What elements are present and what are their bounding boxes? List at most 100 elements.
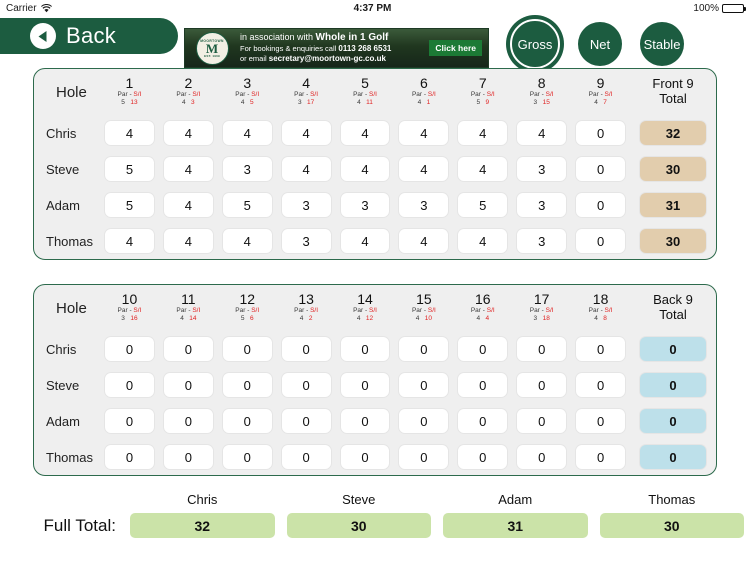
score-input-thomas-hole-15[interactable]: 0 bbox=[399, 445, 449, 469]
tab-gross[interactable]: Gross bbox=[510, 19, 560, 69]
score-input-thomas-hole-6[interactable]: 4 bbox=[399, 229, 449, 253]
score-input-thomas-hole-11[interactable]: 0 bbox=[163, 445, 213, 469]
score-input-steve-hole-12[interactable]: 0 bbox=[222, 373, 272, 397]
score-input-thomas-hole-17[interactable]: 0 bbox=[517, 445, 567, 469]
score-input-adam-hole-6[interactable]: 3 bbox=[399, 193, 449, 217]
score-input-chris-hole-3[interactable]: 4 bbox=[222, 121, 272, 145]
score-input-steve-hole-18[interactable]: 0 bbox=[576, 373, 626, 397]
back-button-label: Back bbox=[66, 23, 117, 48]
total-header-line1: Back 9 bbox=[653, 292, 693, 308]
score-input-steve-hole-7[interactable]: 4 bbox=[458, 157, 508, 181]
score-input-steve-hole-14[interactable]: 0 bbox=[340, 373, 390, 397]
score-input-thomas-hole-9[interactable]: 0 bbox=[576, 229, 626, 253]
front-nine-total-column-header: Front 9 Total bbox=[630, 76, 716, 107]
sponsor-banner[interactable]: MOORTOWN M EST. 1909 in association with… bbox=[184, 28, 489, 68]
score-input-steve-hole-3[interactable]: 3 bbox=[222, 157, 272, 181]
score-input-adam-hole-18[interactable]: 0 bbox=[576, 409, 626, 433]
score-input-adam-hole-12[interactable]: 0 bbox=[222, 409, 272, 433]
score-input-adam-hole-7[interactable]: 5 bbox=[458, 193, 508, 217]
score-input-thomas-hole-13[interactable]: 0 bbox=[281, 445, 331, 469]
score-input-thomas-hole-4[interactable]: 3 bbox=[281, 229, 331, 253]
score-input-thomas-hole-7[interactable]: 4 bbox=[458, 229, 508, 253]
score-input-steve-hole-2[interactable]: 4 bbox=[163, 157, 213, 181]
score-input-chris-hole-10[interactable]: 0 bbox=[105, 337, 154, 361]
score-input-thomas-hole-1[interactable]: 4 bbox=[105, 229, 154, 253]
back-button[interactable]: Back bbox=[0, 18, 178, 54]
tab-net[interactable]: Net bbox=[578, 22, 622, 66]
score-input-chris-hole-5[interactable]: 4 bbox=[340, 121, 390, 145]
par-si-values: 4 4 bbox=[476, 315, 490, 323]
score-input-thomas-hole-12[interactable]: 0 bbox=[222, 445, 272, 469]
score-input-chris-hole-14[interactable]: 0 bbox=[340, 337, 390, 361]
total-cell-wrap: 30 bbox=[630, 229, 716, 253]
score-input-steve-hole-13[interactable]: 0 bbox=[281, 373, 331, 397]
score-input-steve-hole-9[interactable]: 0 bbox=[576, 157, 626, 181]
full-total-label: Full Total: bbox=[43, 515, 116, 535]
score-input-steve-hole-5[interactable]: 4 bbox=[340, 157, 390, 181]
score-input-chris-hole-6[interactable]: 4 bbox=[399, 121, 449, 145]
score-input-steve-hole-16[interactable]: 0 bbox=[458, 373, 508, 397]
score-input-steve-hole-4[interactable]: 4 bbox=[281, 157, 331, 181]
par-si-keys: Par - S/I bbox=[529, 90, 554, 98]
banner-line-2: For bookings & enquiries call 0113 268 6… bbox=[240, 44, 429, 54]
score-input-chris-hole-2[interactable]: 4 bbox=[163, 121, 213, 145]
score-input-adam-hole-15[interactable]: 0 bbox=[399, 409, 449, 433]
score-input-thomas-hole-3[interactable]: 4 bbox=[222, 229, 272, 253]
score-cell-wrap: 3 bbox=[512, 229, 571, 253]
score-input-adam-hole-4[interactable]: 3 bbox=[281, 193, 331, 217]
score-input-chris-hole-1[interactable]: 4 bbox=[105, 121, 154, 145]
score-input-adam-hole-2[interactable]: 4 bbox=[163, 193, 213, 217]
score-input-steve-hole-8[interactable]: 3 bbox=[517, 157, 567, 181]
score-input-adam-hole-5[interactable]: 3 bbox=[340, 193, 390, 217]
par-si-values: 4 8 bbox=[594, 315, 607, 323]
score-input-thomas-hole-14[interactable]: 0 bbox=[340, 445, 390, 469]
banner-line-3: or email secretary@moortown-gc.co.uk bbox=[240, 54, 429, 64]
score-input-chris-hole-13[interactable]: 0 bbox=[281, 337, 331, 361]
score-input-steve-hole-10[interactable]: 0 bbox=[105, 373, 154, 397]
hole-header-3: 3 Par - S/I 4 5 bbox=[218, 76, 277, 108]
tab-stable[interactable]: Stable bbox=[640, 22, 684, 66]
score-input-adam-hole-11[interactable]: 0 bbox=[163, 409, 213, 433]
score-cell-wrap: 0 bbox=[571, 373, 630, 397]
score-input-chris-hole-12[interactable]: 0 bbox=[222, 337, 272, 361]
score-input-steve-hole-17[interactable]: 0 bbox=[517, 373, 567, 397]
score-input-chris-hole-4[interactable]: 4 bbox=[281, 121, 331, 145]
score-input-adam-hole-16[interactable]: 0 bbox=[458, 409, 508, 433]
back-nine-total-chris: 0 bbox=[640, 337, 707, 361]
score-input-chris-hole-18[interactable]: 0 bbox=[576, 337, 626, 361]
score-input-steve-hole-11[interactable]: 0 bbox=[163, 373, 213, 397]
score-input-adam-hole-9[interactable]: 0 bbox=[576, 193, 626, 217]
score-input-thomas-hole-10[interactable]: 0 bbox=[105, 445, 154, 469]
score-input-adam-hole-13[interactable]: 0 bbox=[281, 409, 331, 433]
hole-header-8: 8 Par - S/I 3 15 bbox=[512, 76, 571, 108]
score-cell-wrap: 0 bbox=[571, 121, 630, 145]
score-input-thomas-hole-5[interactable]: 4 bbox=[340, 229, 390, 253]
score-input-steve-hole-15[interactable]: 0 bbox=[399, 373, 449, 397]
score-input-chris-hole-7[interactable]: 4 bbox=[458, 121, 508, 145]
score-input-adam-hole-1[interactable]: 5 bbox=[105, 193, 154, 217]
click-here-button[interactable]: Click here bbox=[429, 40, 482, 56]
score-cell-wrap: 0 bbox=[571, 157, 630, 181]
hole-number: 17 bbox=[533, 291, 550, 308]
score-input-adam-hole-8[interactable]: 3 bbox=[517, 193, 567, 217]
score-input-chris-hole-17[interactable]: 0 bbox=[517, 337, 567, 361]
score-input-thomas-hole-8[interactable]: 3 bbox=[517, 229, 567, 253]
score-cell-wrap: 0 bbox=[571, 445, 630, 469]
score-input-thomas-hole-2[interactable]: 4 bbox=[163, 229, 213, 253]
score-input-chris-hole-8[interactable]: 4 bbox=[517, 121, 567, 145]
score-input-adam-hole-14[interactable]: 0 bbox=[340, 409, 390, 433]
full-total-value-thomas: 30 bbox=[599, 513, 744, 538]
score-input-chris-hole-9[interactable]: 0 bbox=[576, 121, 626, 145]
score-input-steve-hole-1[interactable]: 5 bbox=[105, 157, 154, 181]
player-name-thomas: Thomas bbox=[46, 449, 93, 465]
score-input-thomas-hole-18[interactable]: 0 bbox=[576, 445, 626, 469]
score-input-chris-hole-15[interactable]: 0 bbox=[399, 337, 449, 361]
score-input-adam-hole-10[interactable]: 0 bbox=[105, 409, 154, 433]
score-input-thomas-hole-16[interactable]: 0 bbox=[458, 445, 508, 469]
score-input-adam-hole-17[interactable]: 0 bbox=[517, 409, 567, 433]
score-input-adam-hole-3[interactable]: 5 bbox=[222, 193, 272, 217]
score-input-chris-hole-16[interactable]: 0 bbox=[458, 337, 508, 361]
score-input-chris-hole-11[interactable]: 0 bbox=[163, 337, 213, 361]
front-nine-header-row: Hole 1 Par - S/I 5 13 2 Par - S/I 4 3 3 Par - S/… bbox=[34, 69, 716, 115]
score-input-steve-hole-6[interactable]: 4 bbox=[399, 157, 449, 181]
